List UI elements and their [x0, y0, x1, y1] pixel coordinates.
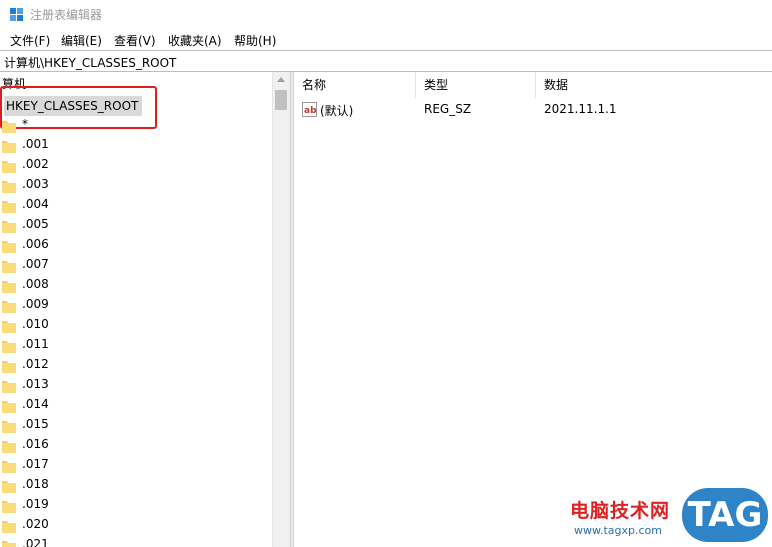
folder-icon	[2, 221, 16, 233]
string-value-icon: ab	[302, 102, 317, 117]
tree-item[interactable]: .014	[0, 396, 270, 416]
folder-icon	[2, 481, 16, 493]
folder-icon	[2, 441, 16, 453]
tree-item[interactable]: .020	[0, 516, 270, 536]
menu-file[interactable]: 文件(F)	[10, 32, 50, 49]
tree-item[interactable]: .005	[0, 216, 270, 236]
menu-favorites[interactable]: 收藏夹(A)	[168, 32, 222, 49]
tree-item[interactable]: .015	[0, 416, 270, 436]
tree-item[interactable]: .010	[0, 316, 270, 336]
folder-icon	[2, 401, 16, 413]
tree-item[interactable]: .016	[0, 436, 270, 456]
tree-item[interactable]: .012	[0, 356, 270, 376]
tree-item[interactable]: .017	[0, 456, 270, 476]
watermark-badge: TAG	[682, 488, 768, 542]
tree-item[interactable]: .019	[0, 496, 270, 516]
tree-item[interactable]: .001	[0, 136, 270, 156]
tree-item[interactable]: .002	[0, 156, 270, 176]
address-bar[interactable]: 计算机\HKEY_CLASSES_ROOT	[0, 50, 772, 72]
value-data: 2021.11.1.1	[544, 102, 617, 116]
watermark-text: 电脑技术网	[570, 500, 671, 522]
folder-icon	[2, 301, 16, 313]
menu-view[interactable]: 查看(V)	[114, 32, 156, 49]
tree-item[interactable]: .003	[0, 176, 270, 196]
folder-icon	[2, 281, 16, 293]
tree-item[interactable]: .008	[0, 276, 270, 296]
folder-icon	[2, 381, 16, 393]
tree-item[interactable]: .011	[0, 336, 270, 356]
regedit-icon	[10, 8, 23, 21]
folder-icon	[2, 541, 16, 547]
tree-item[interactable]: .021	[0, 536, 270, 547]
watermark: 电脑技术网 www.tagxp.com TAG	[560, 488, 772, 547]
folder-icon	[2, 341, 16, 353]
scroll-up-arrow-icon[interactable]	[277, 77, 285, 82]
menu-bar: 文件(F) 编辑(E) 查看(V) 收藏夹(A) 帮助(H)	[0, 30, 772, 50]
folder-icon	[2, 501, 16, 513]
folder-icon	[2, 261, 16, 273]
value-row[interactable]: ab (默认) REG_SZ 2021.11.1.1	[294, 100, 772, 120]
window-title: 注册表编辑器	[30, 8, 103, 22]
column-header-name[interactable]: 名称	[294, 72, 416, 98]
tree-scrollbar[interactable]	[272, 72, 290, 547]
column-header-type[interactable]: 类型	[416, 72, 536, 98]
folder-icon	[2, 161, 16, 173]
tree-pane[interactable]: 算机 HKEY_CLASSES_ROOT * .001 .002 .003 .0…	[0, 72, 290, 547]
folder-icon	[2, 321, 16, 333]
folder-icon	[2, 521, 16, 533]
tree-item[interactable]: .007	[0, 256, 270, 276]
folder-icon	[2, 461, 16, 473]
tree-item[interactable]: .013	[0, 376, 270, 396]
folder-icon	[2, 181, 16, 193]
values-pane[interactable]: 名称 类型 数据 ab (默认) REG_SZ 2021.11.1.1	[294, 72, 772, 547]
menu-help[interactable]: 帮助(H)	[234, 32, 276, 49]
menu-edit[interactable]: 编辑(E)	[61, 32, 102, 49]
folder-icon	[2, 201, 16, 213]
folder-icon	[2, 141, 16, 153]
title-bar: 注册表编辑器	[0, 0, 772, 30]
folder-icon	[2, 421, 16, 433]
column-header-data[interactable]: 数据	[536, 72, 772, 98]
tree-item[interactable]: .018	[0, 476, 270, 496]
tree-item[interactable]: .006	[0, 236, 270, 256]
tree-item[interactable]: .009	[0, 296, 270, 316]
folder-icon	[2, 361, 16, 373]
address-path[interactable]: 计算机\HKEY_CLASSES_ROOT	[4, 54, 176, 71]
value-name: (默认)	[320, 104, 354, 118]
folder-icon	[2, 241, 16, 253]
svg-text:ab: ab	[304, 106, 317, 116]
scroll-thumb[interactable]	[275, 90, 287, 110]
value-type: REG_SZ	[424, 102, 472, 116]
folder-icon	[2, 121, 16, 133]
tree-item[interactable]: *	[0, 116, 270, 136]
watermark-url: www.tagxp.com	[574, 524, 662, 537]
tree-item[interactable]: .004	[0, 196, 270, 216]
